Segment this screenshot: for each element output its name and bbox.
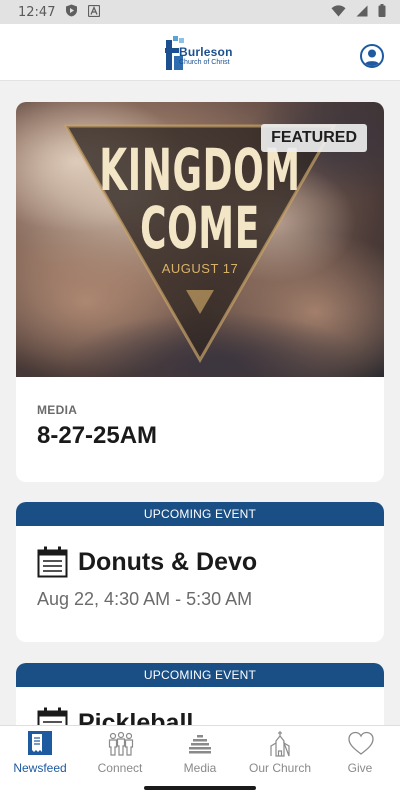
user-icon: [364, 49, 380, 66]
event-card-header: UPCOMING EVENT: [16, 502, 384, 526]
cellular-icon: [356, 5, 368, 20]
calendar-icon: [37, 707, 68, 725]
nav-newsfeed[interactable]: Newsfeed: [0, 726, 80, 776]
a-app-icon: [88, 4, 101, 20]
people-icon: [108, 731, 134, 756]
hero-date: AUGUST 17: [161, 261, 239, 276]
newsfeed-icon: [28, 731, 52, 755]
event-title: Pickleball: [78, 708, 194, 726]
church-icon: [270, 731, 290, 757]
media-icon: [189, 735, 211, 754]
newsfeed[interactable]: KINGDOM COME AUGUST 17 FEATURED MEDIA 8-…: [0, 81, 400, 725]
nav-our-church[interactable]: Our Church: [240, 726, 320, 776]
shield-app-icon: [65, 4, 78, 20]
nav-media[interactable]: Media: [160, 726, 240, 776]
logo-name: Burleson: [179, 45, 233, 59]
event-card[interactable]: UPCOMING EVENT Pickleball: [16, 663, 384, 725]
bottom-navigation: Newsfeed Connect Media Our Church Give: [0, 725, 400, 775]
home-gesture-bar[interactable]: [144, 786, 256, 790]
calendar-icon: [37, 546, 68, 578]
nav-label: Our Church: [248, 761, 312, 775]
app-header: Burleson Church of Christ: [0, 24, 400, 81]
church-logo[interactable]: Burleson Church of Christ: [165, 34, 237, 72]
event-date: Aug 22, 4:30 AM - 5:30 AM: [37, 589, 253, 609]
wifi-icon: [331, 4, 346, 20]
featured-media-card[interactable]: KINGDOM COME AUGUST 17 FEATURED MEDIA 8-…: [16, 102, 384, 482]
gesture-area: [0, 775, 400, 800]
event-card-header: UPCOMING EVENT: [16, 663, 384, 687]
hero-title-line2: COME: [140, 194, 260, 262]
profile-button[interactable]: [360, 44, 384, 68]
featured-badge: FEATURED: [261, 124, 367, 152]
battery-icon: [378, 4, 386, 20]
nav-give[interactable]: Give: [320, 726, 400, 776]
featured-hero-image: KINGDOM COME AUGUST 17 FEATURED: [16, 102, 384, 377]
heart-icon: [348, 731, 374, 755]
logo-subtitle: Church of Christ: [179, 59, 230, 66]
event-title: Donuts & Devo: [78, 547, 258, 576]
nav-label: Give: [347, 761, 373, 775]
nav-label: Media: [183, 761, 217, 775]
nav-connect[interactable]: Connect: [80, 726, 160, 776]
card-title: 8-27-25AM: [37, 422, 158, 449]
card-category: MEDIA: [37, 403, 78, 417]
status-time: 12:47: [18, 4, 56, 20]
nav-label: Newsfeed: [13, 761, 67, 775]
status-bar: 12:47: [0, 0, 400, 24]
nav-label: Connect: [97, 761, 143, 775]
event-card[interactable]: UPCOMING EVENT Donuts & Devo Aug 22, 4:3…: [16, 502, 384, 642]
